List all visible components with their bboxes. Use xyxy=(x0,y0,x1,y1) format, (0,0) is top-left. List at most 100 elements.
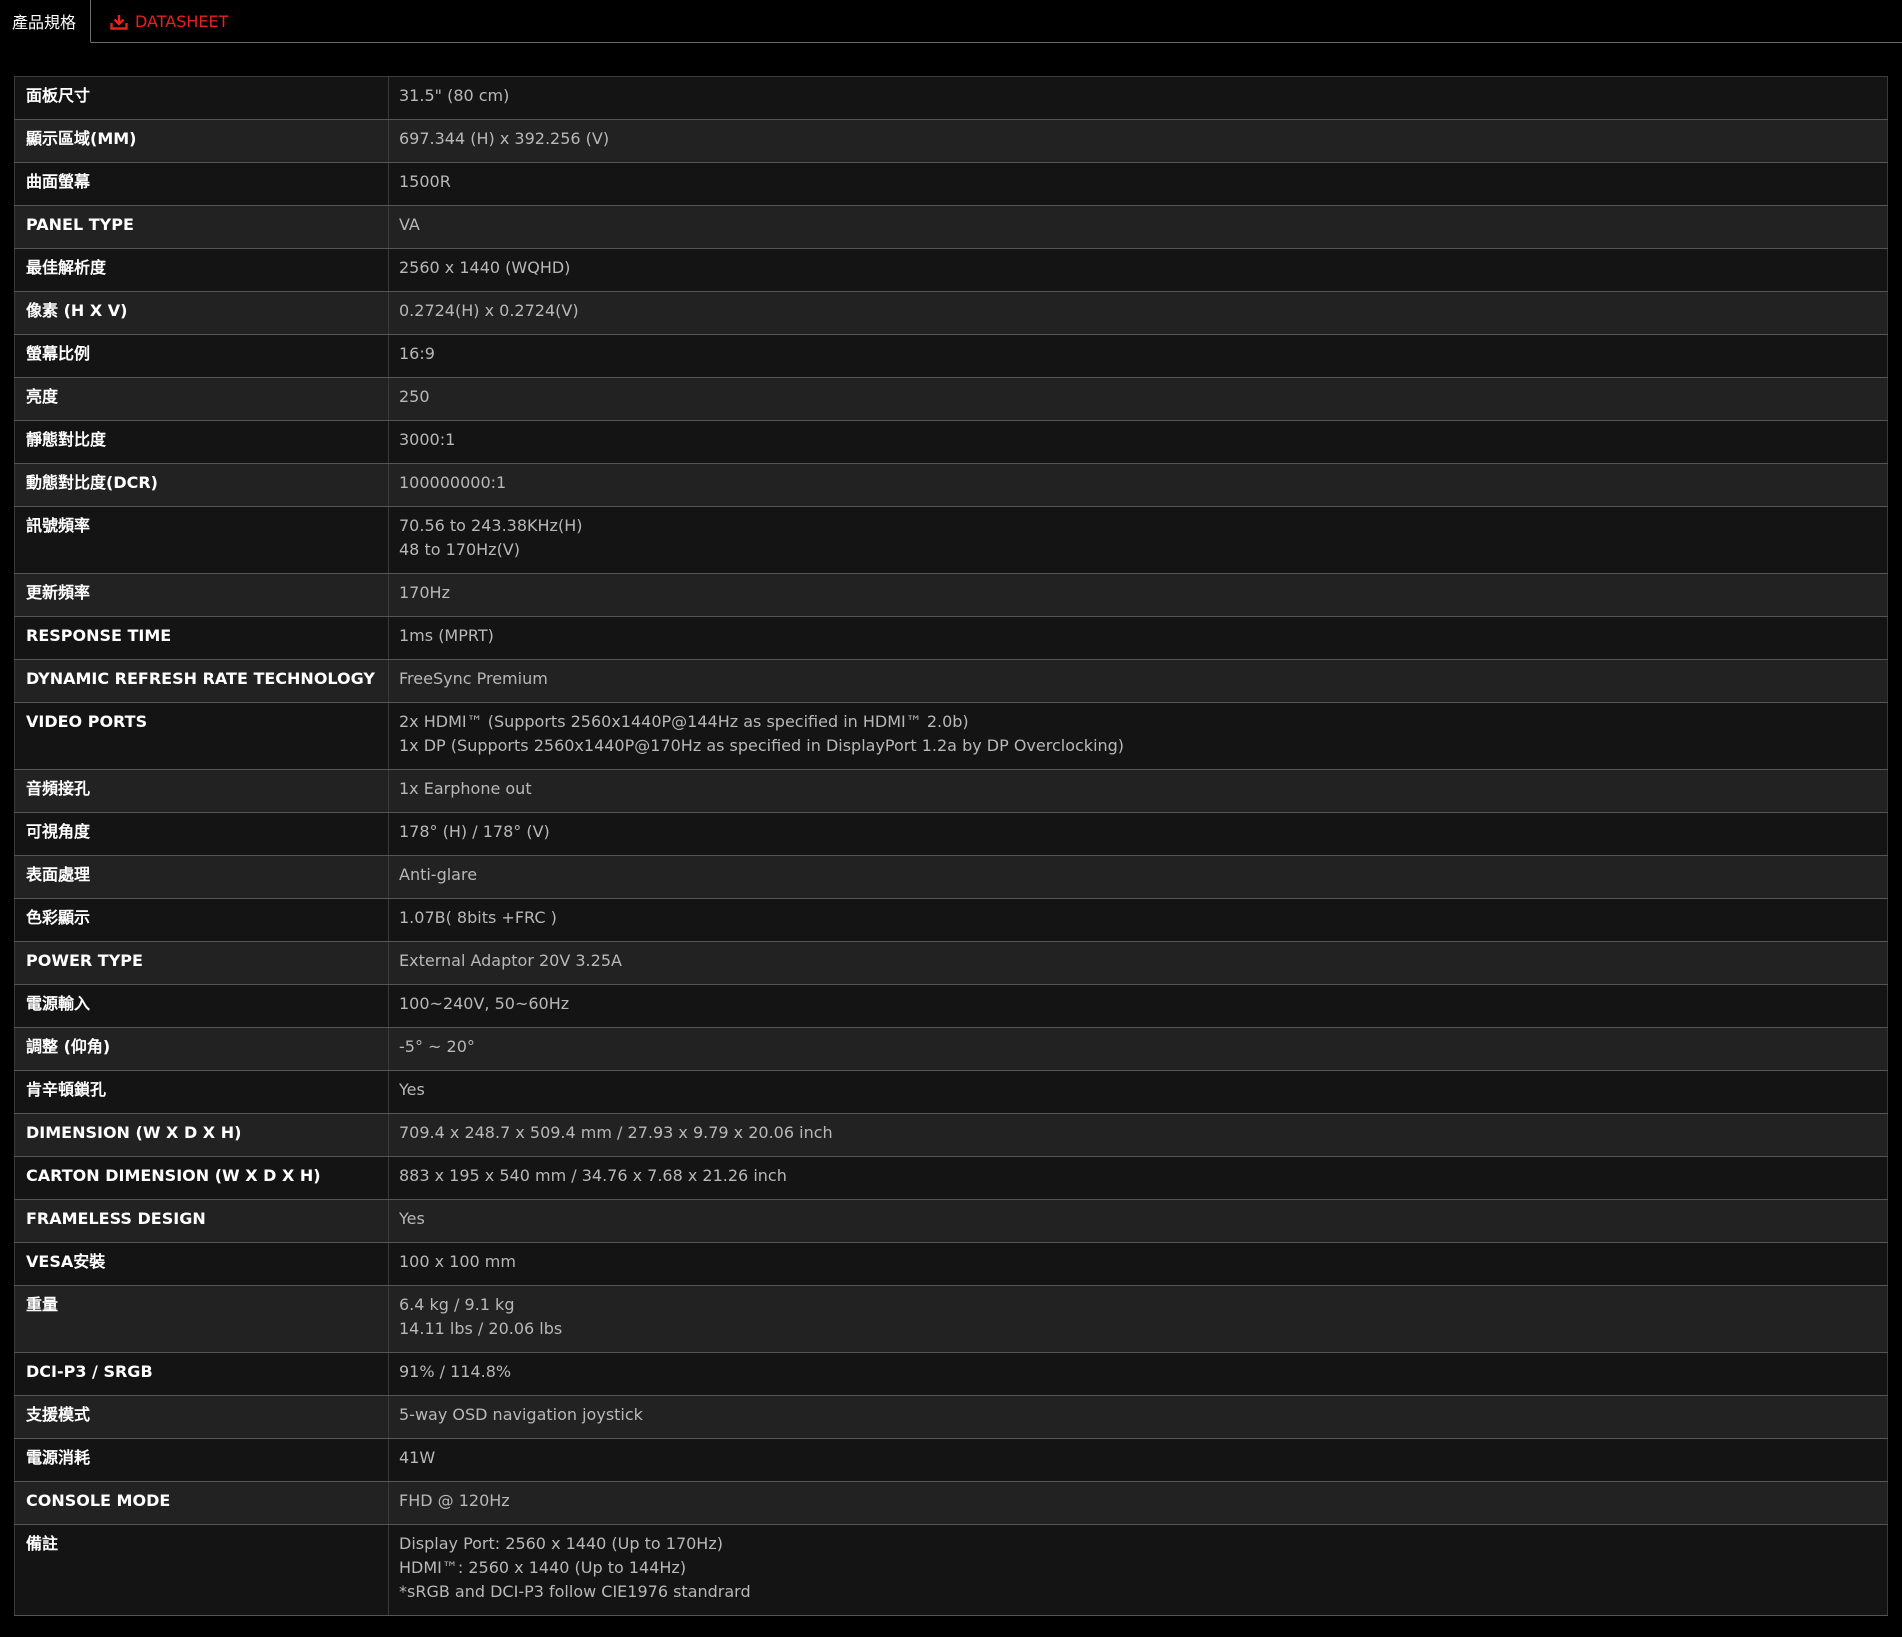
spec-value-line: 16:9 xyxy=(399,344,435,363)
spec-row: 訊號頻率 70.56 to 243.38KHz(H) 48 to 170Hz(V) xyxy=(14,506,1888,574)
spec-row: VESA安裝 100 x 100 mm xyxy=(14,1242,1888,1286)
spec-row: RESPONSE TIME 1ms (MPRT) xyxy=(14,616,1888,660)
spec-label: DIMENSION (W X D X H) xyxy=(14,1113,389,1157)
spec-value-line: -5° ~ 20° xyxy=(399,1037,475,1056)
spec-value-line: 6.4 kg / 9.1 kg xyxy=(399,1295,515,1314)
spec-value: 0.2724(H) x 0.2724(V) xyxy=(388,291,1888,335)
spec-value: 1.07B( 8bits +FRC ) xyxy=(388,898,1888,942)
spec-label: 動態對比度(DCR) xyxy=(14,463,389,507)
spec-value-line: VA xyxy=(399,215,420,234)
spec-value-line: Yes xyxy=(399,1209,425,1228)
spec-label: 肯辛頓鎖孔 xyxy=(14,1070,389,1114)
spec-label: 顯示區域(MM) xyxy=(14,119,389,163)
spec-value-line: 14.11 lbs / 20.06 lbs xyxy=(399,1319,563,1338)
spec-row: CARTON DIMENSION (W X D X H) 883 x 195 x … xyxy=(14,1156,1888,1200)
spec-row: 可視角度 178° (H) / 178° (V) xyxy=(14,812,1888,856)
spec-value: VA xyxy=(388,205,1888,249)
spec-value-line: HDMI™: 2560 x 1440 (Up to 144Hz) xyxy=(399,1558,687,1577)
spec-value: Yes xyxy=(388,1199,1888,1243)
spec-value: 2x HDMI™ (Supports 2560x1440P@144Hz as s… xyxy=(388,702,1888,770)
spec-label: 表面處理 xyxy=(14,855,389,899)
spec-label: 備註 xyxy=(14,1524,389,1616)
spec-value-line: 48 to 170Hz(V) xyxy=(399,540,520,559)
spec-value-line: 100000000:1 xyxy=(399,473,507,492)
spec-label: 調整 (仰角) xyxy=(14,1027,389,1071)
spec-row: VIDEO PORTS 2x HDMI™ (Supports 2560x1440P… xyxy=(14,702,1888,770)
spec-value-line: 1.07B( 8bits +FRC ) xyxy=(399,908,557,927)
spec-value-line: 250 xyxy=(399,387,430,406)
spec-value-line: 709.4 x 248.7 x 509.4 mm / 27.93 x 9.79 … xyxy=(399,1123,833,1142)
spec-table: 面板尺寸 31.5" (80 cm) 顯示區域(MM) 697.344 (H) x 3… xyxy=(14,76,1888,1616)
tab-specifications-label: 產品規格 xyxy=(12,13,77,32)
spec-label: DYNAMIC REFRESH RATE TECHNOLOGY xyxy=(14,659,389,703)
spec-row: 動態對比度(DCR) 100000000:1 xyxy=(14,463,1888,507)
spec-value: 91% / 114.8% xyxy=(388,1352,1888,1396)
spec-label: 亮度 xyxy=(14,377,389,421)
spec-value-line: 0.2724(H) x 0.2724(V) xyxy=(399,301,579,320)
spec-value: 883 x 195 x 540 mm / 34.76 x 7.68 x 21.2… xyxy=(388,1156,1888,1200)
spec-label: CONSOLE MODE xyxy=(14,1481,389,1525)
spec-label: 音頻接孔 xyxy=(14,769,389,813)
spec-row: 電源輸入 100~240V, 50~60Hz xyxy=(14,984,1888,1028)
spec-row: 重量 6.4 kg / 9.1 kg 14.11 lbs / 20.06 lbs xyxy=(14,1285,1888,1353)
spec-value-line: 170Hz xyxy=(399,583,450,602)
tab-specifications[interactable]: 產品規格 xyxy=(0,0,91,43)
spec-value-line: 697.344 (H) x 392.256 (V) xyxy=(399,129,610,148)
spec-value: 100 x 100 mm xyxy=(388,1242,1888,1286)
spec-label: 支援模式 xyxy=(14,1395,389,1439)
spec-value-line: Anti-glare xyxy=(399,865,478,884)
spec-row: 顯示區域(MM) 697.344 (H) x 392.256 (V) xyxy=(14,119,1888,163)
spec-value-line: 3000:1 xyxy=(399,430,456,449)
spec-value: Display Port: 2560 x 1440 (Up to 170Hz) H… xyxy=(388,1524,1888,1616)
spec-value: 1ms (MPRT) xyxy=(388,616,1888,660)
spec-row: 肯辛頓鎖孔 Yes xyxy=(14,1070,1888,1114)
spec-value: -5° ~ 20° xyxy=(388,1027,1888,1071)
spec-label: 色彩顯示 xyxy=(14,898,389,942)
spec-row: DCI-P3 / SRGB 91% / 114.8% xyxy=(14,1352,1888,1396)
tab-datasheet-label: DATASHEET xyxy=(135,12,229,31)
spec-label: 可視角度 xyxy=(14,812,389,856)
spec-value-line: 31.5" (80 cm) xyxy=(399,86,510,105)
spec-value: 170Hz xyxy=(388,573,1888,617)
spec-label: RESPONSE TIME xyxy=(14,616,389,660)
spec-value: 16:9 xyxy=(388,334,1888,378)
spec-value: 709.4 x 248.7 x 509.4 mm / 27.93 x 9.79 … xyxy=(388,1113,1888,1157)
spec-value-line: 1x DP (Supports 2560x1440P@170Hz as spec… xyxy=(399,736,1125,755)
spec-label: 最佳解析度 xyxy=(14,248,389,292)
spec-label: VIDEO PORTS xyxy=(14,702,389,770)
spec-value-line: Display Port: 2560 x 1440 (Up to 170Hz) xyxy=(399,1534,723,1553)
spec-value: Yes xyxy=(388,1070,1888,1114)
spec-value: 2560 x 1440 (WQHD) xyxy=(388,248,1888,292)
spec-label: 靜態對比度 xyxy=(14,420,389,464)
tab-bar: 產品規格 DATASHEET xyxy=(0,0,1902,43)
tab-datasheet[interactable]: DATASHEET xyxy=(110,0,228,43)
spec-value: 100~240V, 50~60Hz xyxy=(388,984,1888,1028)
spec-row: FRAMELESS DESIGN Yes xyxy=(14,1199,1888,1243)
spec-value: 1x Earphone out xyxy=(388,769,1888,813)
spec-label: 像素 (H X V) xyxy=(14,291,389,335)
spec-value: 3000:1 xyxy=(388,420,1888,464)
spec-value-line: 91% / 114.8% xyxy=(399,1362,512,1381)
spec-row: PANEL TYPE VA xyxy=(14,205,1888,249)
spec-label: 曲面螢幕 xyxy=(14,162,389,206)
spec-value: FHD @ 120Hz xyxy=(388,1481,1888,1525)
spec-value-line: 2x HDMI™ (Supports 2560x1440P@144Hz as s… xyxy=(399,712,969,731)
spec-value-line: 178° (H) / 178° (V) xyxy=(399,822,550,841)
spec-row: 備註 Display Port: 2560 x 1440 (Up to 170Hz… xyxy=(14,1524,1888,1616)
spec-value-line: FHD @ 120Hz xyxy=(399,1491,510,1510)
spec-label: FRAMELESS DESIGN xyxy=(14,1199,389,1243)
spec-label: 訊號頻率 xyxy=(14,506,389,574)
spec-value-line: 1ms (MPRT) xyxy=(399,626,494,645)
spec-value-line: *sRGB and DCI-P3 follow CIE1976 standrar… xyxy=(399,1582,751,1601)
spec-row: 更新頻率 170Hz xyxy=(14,573,1888,617)
spec-value: 250 xyxy=(388,377,1888,421)
spec-value-line: 1500R xyxy=(399,172,451,191)
spec-value-line: 70.56 to 243.38KHz(H) xyxy=(399,516,583,535)
spec-value: 100000000:1 xyxy=(388,463,1888,507)
spec-row: 螢幕比例 16:9 xyxy=(14,334,1888,378)
spec-value: 70.56 to 243.38KHz(H) 48 to 170Hz(V) xyxy=(388,506,1888,574)
spec-value: External Adaptor 20V 3.25A xyxy=(388,941,1888,985)
spec-row: 色彩顯示 1.07B( 8bits +FRC ) xyxy=(14,898,1888,942)
spec-row: CONSOLE MODE FHD @ 120Hz xyxy=(14,1481,1888,1525)
spec-label: VESA安裝 xyxy=(14,1242,389,1286)
